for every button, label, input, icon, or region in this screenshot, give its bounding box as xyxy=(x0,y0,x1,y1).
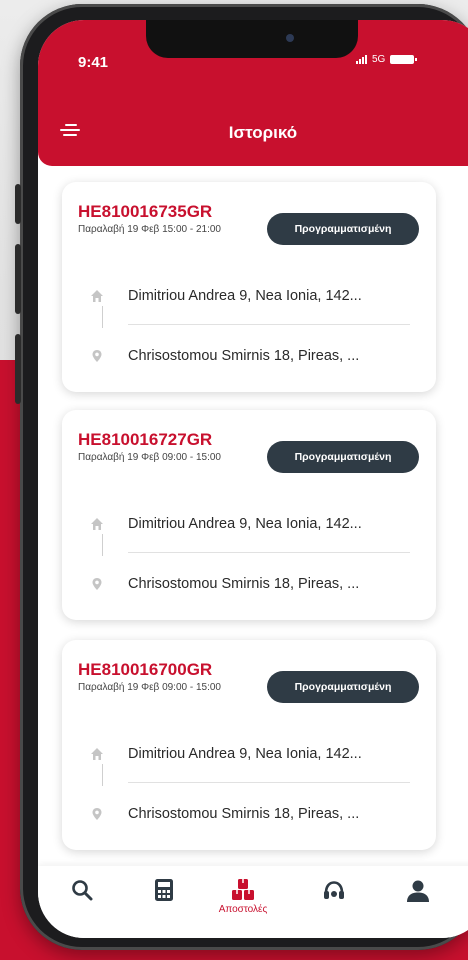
to-address: Chrisostomou Smirnis 18, Pireas, ... xyxy=(128,806,360,822)
location-pin-icon xyxy=(92,350,102,362)
shipment-card[interactable]: HE810016735GR Παραλαβή 19 Φεβ 15:00 - 21… xyxy=(62,182,436,392)
status-badge: Προγραμματισμένη xyxy=(267,213,419,245)
tracking-number: HE810016700GR xyxy=(78,660,213,679)
tab-shipments[interactable]: Αποστολές xyxy=(203,878,283,915)
shipment-card[interactable]: HE810016700GR Παραλαβή 19 Φεβ 09:00 - 15… xyxy=(62,640,436,850)
bottom-tab-bar: Αποστολές xyxy=(38,866,468,938)
tracking-number: HE810016735GR xyxy=(78,202,213,221)
route-line xyxy=(102,534,103,556)
from-address-row: Dimitriou Andrea 9, Nea Ionia, 142... xyxy=(90,516,420,532)
pickup-window: Παραλαβή 19 Φεβ 09:00 - 15:00 xyxy=(78,682,221,693)
to-address-row: Chrisostomou Smirnis 18, Pireas, ... xyxy=(90,348,420,364)
status-badge: Προγραμματισμένη xyxy=(267,671,419,703)
volume-up-button xyxy=(15,244,21,314)
boxes-icon xyxy=(232,879,254,900)
user-icon xyxy=(407,880,429,902)
from-address-row: Dimitriou Andrea 9, Nea Ionia, 142... xyxy=(90,746,420,762)
calculator-icon xyxy=(155,879,173,901)
network-label: 5G xyxy=(372,54,386,65)
tab-search[interactable] xyxy=(52,878,112,902)
app-screen: 9:41 5G Ιστορικό HE810016735GR Παραλαβή … xyxy=(38,20,468,938)
tracking-number: HE810016727GR xyxy=(78,430,213,449)
route-line xyxy=(102,764,103,786)
tab-support[interactable] xyxy=(304,878,364,904)
status-indicators: 5G xyxy=(356,54,418,65)
from-address: Dimitriou Andrea 9, Nea Ionia, 142... xyxy=(128,746,362,762)
location-pin-icon xyxy=(92,578,102,590)
home-icon xyxy=(91,290,103,302)
pickup-window: Παραλαβή 19 Φεβ 09:00 - 15:00 xyxy=(78,452,221,463)
divider xyxy=(128,782,410,783)
signal-icon xyxy=(356,55,367,64)
divider xyxy=(128,552,410,553)
divider xyxy=(128,324,410,325)
home-icon xyxy=(91,748,103,760)
volume-down-button xyxy=(15,334,21,404)
battery-icon xyxy=(390,55,418,64)
mute-button xyxy=(15,184,21,224)
pickup-window: Παραλαβή 19 Φεβ 15:00 - 21:00 xyxy=(78,224,221,235)
status-badge: Προγραμματισμένη xyxy=(267,441,419,473)
to-address-row: Chrisostomou Smirnis 18, Pireas, ... xyxy=(90,806,420,822)
to-address-row: Chrisostomou Smirnis 18, Pireas, ... xyxy=(90,576,420,592)
tab-profile[interactable] xyxy=(388,878,448,904)
shipment-card[interactable]: HE810016727GR Παραλαβή 19 Φεβ 09:00 - 15… xyxy=(62,410,436,620)
to-address: Chrisostomou Smirnis 18, Pireas, ... xyxy=(128,348,360,364)
status-time: 9:41 xyxy=(78,54,109,71)
location-pin-icon xyxy=(92,808,102,820)
tab-shipments-label: Αποστολές xyxy=(218,904,268,915)
from-address: Dimitriou Andrea 9, Nea Ionia, 142... xyxy=(128,516,362,532)
to-address: Chrisostomou Smirnis 18, Pireas, ... xyxy=(128,576,360,592)
notch xyxy=(146,20,358,58)
headset-icon xyxy=(324,881,344,899)
from-address: Dimitriou Andrea 9, Nea Ionia, 142... xyxy=(128,288,362,304)
search-icon xyxy=(72,880,93,901)
tab-calculator[interactable] xyxy=(134,878,194,902)
home-icon xyxy=(91,518,103,530)
from-address-row: Dimitriou Andrea 9, Nea Ionia, 142... xyxy=(90,288,420,304)
page-title: Ιστορικό xyxy=(228,123,298,142)
route-line xyxy=(102,306,103,328)
